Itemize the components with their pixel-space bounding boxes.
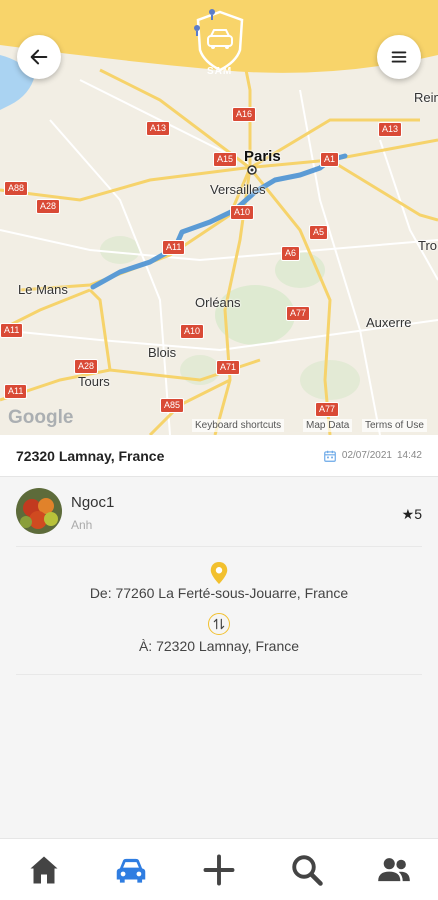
road-badge: A13 — [378, 122, 403, 137]
route-from: De: 77260 La Ferté-sous-Jouarre, France — [89, 585, 349, 601]
map-label-paris: Paris — [244, 148, 281, 165]
back-button[interactable] — [17, 35, 61, 79]
home-icon — [30, 856, 58, 883]
map-label-blois: Blois — [148, 345, 177, 360]
car-icon — [117, 858, 146, 883]
calendar-icon — [324, 450, 336, 462]
menu-button[interactable] — [377, 35, 421, 79]
nav-people[interactable] — [369, 845, 419, 895]
divider — [16, 674, 422, 675]
google-logo: Google — [8, 407, 74, 428]
road-badge: A88 — [4, 181, 29, 196]
road-badge: A11 — [0, 323, 24, 338]
driver-rating: ★5 — [401, 506, 422, 522]
road-badge: A13 — [146, 121, 171, 136]
road-badge: A71 — [216, 360, 241, 375]
road-badge: A28 — [74, 359, 99, 374]
road-badge: A11 — [162, 240, 186, 255]
map-label-versailles: Versailles — [210, 182, 266, 197]
terms-of-use-link[interactable]: Terms of Use — [362, 419, 427, 432]
road-badge: A77 — [286, 306, 311, 321]
road-badge: A16 — [232, 107, 257, 122]
road-badge: A85 — [160, 398, 185, 413]
trip-datetime: 02/07/2021 14:42 — [323, 449, 422, 463]
logo-text: SAM — [207, 66, 233, 77]
people-icon — [378, 857, 411, 881]
driver-subtitle: Anh — [71, 518, 93, 532]
trip-date: 02/07/2021 — [341, 450, 392, 461]
destination-bar: 72320 Lamnay, France 02/07/2021 14:42 — [0, 435, 438, 477]
road-badge: A28 — [36, 199, 61, 214]
trip-card: Ngoc1 Anh ★5 De: 77260 La Ferté-sous-Jou… — [0, 478, 438, 838]
divider — [16, 546, 422, 547]
nav-trips[interactable] — [106, 845, 156, 895]
map-label-auxerre: Auxerre — [366, 315, 412, 330]
driver-row[interactable]: Ngoc1 Anh ★5 — [16, 488, 422, 544]
trip-time: 14:42 — [396, 450, 422, 461]
map-data-link[interactable]: Map Data — [303, 419, 353, 432]
trip-detail-screen: Paris Versailles Le Mans Orléans Blois T… — [0, 0, 438, 900]
avatar — [16, 488, 62, 534]
road-badge: A10 — [230, 205, 255, 220]
add-icon — [203, 854, 235, 885]
swap-vertical-icon — [213, 618, 225, 630]
route-to: À: 72320 Lamnay, France — [138, 638, 300, 654]
bottom-nav — [0, 838, 438, 900]
nav-home[interactable] — [19, 845, 69, 895]
road-badge: A1 — [320, 152, 340, 167]
keyboard-shortcuts-link[interactable]: Keyboard shortcuts — [192, 419, 285, 432]
nav-add[interactable] — [194, 845, 244, 895]
road-badge: A5 — [309, 225, 329, 240]
map-label-troyes: Tro — [418, 238, 438, 253]
destination-title: 72320 Lamnay, France — [16, 447, 165, 464]
driver-name: Ngoc1 — [71, 494, 115, 511]
location-pin-icon — [210, 562, 228, 584]
arrow-left-icon — [30, 49, 48, 65]
swap-button[interactable] — [208, 613, 230, 635]
road-badge: A10 — [180, 324, 205, 339]
search-icon — [291, 854, 323, 886]
map-label-le-mans: Le Mans — [18, 282, 68, 297]
road-badge: A11 — [4, 384, 28, 399]
road-badge: A6 — [281, 246, 301, 261]
road-badge: A77 — [315, 402, 340, 417]
nav-search[interactable] — [282, 845, 332, 895]
avatar-image — [16, 488, 62, 534]
map-label-reims: Reim — [414, 90, 438, 105]
road-badge: A15 — [213, 152, 238, 167]
hamburger-menu-icon — [391, 51, 407, 63]
map-label-tours: Tours — [78, 374, 110, 389]
map-label-orleans: Orléans — [195, 295, 241, 310]
